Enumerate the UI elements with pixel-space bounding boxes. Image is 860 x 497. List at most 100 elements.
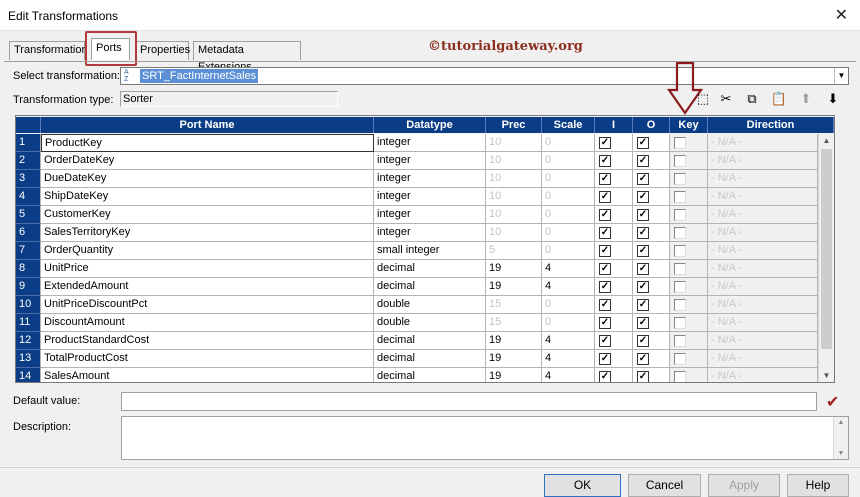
scale-cell[interactable]: 4 — [542, 332, 595, 350]
datatype-cell[interactable]: small integer — [374, 242, 486, 260]
description-field[interactable]: ▲ ▼ — [121, 416, 849, 460]
column-header-input[interactable]: I — [595, 117, 633, 133]
port-name-cell[interactable]: OrderQuantity — [41, 242, 374, 260]
scale-cell[interactable]: 4 — [542, 278, 595, 296]
unchecked-checkbox[interactable] — [674, 137, 686, 149]
scale-cell[interactable]: 0 — [542, 134, 595, 152]
datatype-cell[interactable]: integer — [374, 134, 486, 152]
table-row[interactable]: 10 UnitPriceDiscountPct double 15 0 ✓ ✓ - N/A - — [16, 296, 834, 314]
unchecked-checkbox[interactable] — [674, 227, 686, 239]
datatype-cell[interactable]: decimal — [374, 368, 486, 382]
direction-cell[interactable]: - N/A - — [708, 368, 818, 382]
scale-cell[interactable]: 0 — [542, 314, 595, 332]
table-row[interactable]: 2 OrderDateKey integer 10 0 ✓ ✓ - N/A - — [16, 152, 834, 170]
unchecked-checkbox[interactable] — [674, 191, 686, 203]
prec-cell[interactable]: 19 — [486, 350, 542, 368]
port-name-cell[interactable]: ProductStandardCost — [41, 332, 374, 350]
scroll-up-icon[interactable]: ▲ — [819, 134, 834, 148]
cut-icon[interactable]: ✂ — [717, 90, 735, 108]
validate-check-icon[interactable]: ✔ — [826, 392, 839, 412]
scale-cell[interactable]: 4 — [542, 368, 595, 382]
scale-cell[interactable]: 0 — [542, 188, 595, 206]
help-button[interactable]: Help — [787, 474, 849, 497]
copy-icon[interactable]: ⧉ — [743, 90, 761, 108]
scale-cell[interactable]: 0 — [542, 170, 595, 188]
port-name-cell[interactable]: SalesTerritoryKey — [41, 224, 374, 242]
datatype-cell[interactable]: double — [374, 296, 486, 314]
table-row[interactable]: 13 TotalProductCost decimal 19 4 ✓ ✓ - N/A - — [16, 350, 834, 368]
datatype-cell[interactable]: integer — [374, 152, 486, 170]
scale-cell[interactable]: 0 — [542, 206, 595, 224]
scroll-down-icon[interactable]: ▼ — [834, 450, 848, 457]
unchecked-checkbox[interactable] — [674, 335, 686, 347]
table-row[interactable]: 14 SalesAmount decimal 19 4 ✓ ✓ - N/A - — [16, 368, 834, 382]
scale-cell[interactable]: 0 — [542, 296, 595, 314]
unchecked-checkbox[interactable] — [674, 317, 686, 329]
scale-cell[interactable]: 0 — [542, 224, 595, 242]
tab-metadata-extensions[interactable]: Metadata Extensions — [193, 41, 301, 73]
column-header-scale[interactable]: Scale — [542, 117, 595, 133]
chevron-down-icon[interactable]: ▼ — [834, 68, 848, 84]
scale-cell[interactable]: 0 — [542, 152, 595, 170]
datatype-cell[interactable]: decimal — [374, 260, 486, 278]
unchecked-checkbox[interactable] — [674, 353, 686, 365]
unchecked-checkbox[interactable] — [674, 209, 686, 221]
port-name-cell[interactable]: ProductKey — [41, 134, 374, 152]
prec-cell[interactable]: 10 — [486, 134, 542, 152]
port-name-cell[interactable]: UnitPrice — [41, 260, 374, 278]
new-port-icon[interactable]: ⬚ — [694, 90, 712, 108]
column-header-direction[interactable]: Direction — [708, 117, 834, 133]
prec-cell[interactable]: 15 — [486, 296, 542, 314]
prec-cell[interactable]: 15 — [486, 314, 542, 332]
direction-cell[interactable]: - N/A - — [708, 314, 818, 332]
unchecked-checkbox[interactable] — [674, 299, 686, 311]
close-icon[interactable]: ✕ — [835, 5, 848, 25]
datatype-cell[interactable]: decimal — [374, 332, 486, 350]
direction-cell[interactable]: - N/A - — [708, 278, 818, 296]
scroll-down-icon[interactable]: ▼ — [819, 369, 834, 382]
port-name-cell[interactable]: OrderDateKey — [41, 152, 374, 170]
port-name-cell[interactable]: CustomerKey — [41, 206, 374, 224]
ports-grid[interactable]: Port Name Datatype Prec Scale I O Key Di… — [15, 115, 835, 383]
unchecked-checkbox[interactable] — [674, 371, 686, 382]
table-row[interactable]: 11 DiscountAmount double 15 0 ✓ ✓ - N/A - — [16, 314, 834, 332]
port-name-cell[interactable]: DiscountAmount — [41, 314, 374, 332]
datatype-cell[interactable]: integer — [374, 170, 486, 188]
port-name-cell[interactable]: SalesAmount — [41, 368, 374, 382]
table-row[interactable]: 12 ProductStandardCost decimal 19 4 ✓ ✓ - N/A - — [16, 332, 834, 350]
scroll-up-icon[interactable]: ▲ — [834, 419, 848, 426]
direction-cell[interactable]: - N/A - — [708, 224, 818, 242]
column-header-prec[interactable]: Prec — [486, 117, 542, 133]
direction-cell[interactable]: - N/A - — [708, 206, 818, 224]
direction-cell[interactable]: - N/A - — [708, 242, 818, 260]
prec-cell[interactable]: 19 — [486, 278, 542, 296]
prec-cell[interactable]: 19 — [486, 368, 542, 382]
datatype-cell[interactable]: integer — [374, 206, 486, 224]
ok-button[interactable]: OK — [544, 474, 621, 497]
datatype-cell[interactable]: integer — [374, 188, 486, 206]
direction-cell[interactable]: - N/A - — [708, 332, 818, 350]
table-row[interactable]: 5 CustomerKey integer 10 0 ✓ ✓ - N/A - — [16, 206, 834, 224]
cancel-button[interactable]: Cancel — [628, 474, 701, 497]
tab-transformation[interactable]: Transformation — [9, 41, 88, 60]
port-name-cell[interactable]: ShipDateKey — [41, 188, 374, 206]
table-row[interactable]: 7 OrderQuantity small integer 5 0 ✓ ✓ - N/A - — [16, 242, 834, 260]
port-name-cell[interactable]: UnitPriceDiscountPct — [41, 296, 374, 314]
datatype-cell[interactable]: decimal — [374, 278, 486, 296]
scale-cell[interactable]: 0 — [542, 242, 595, 260]
table-row[interactable]: 9 ExtendedAmount decimal 19 4 ✓ ✓ - N/A - — [16, 278, 834, 296]
grid-vertical-scrollbar[interactable]: ▲ ▼ — [818, 134, 834, 382]
column-header-output[interactable]: O — [633, 117, 670, 133]
datatype-cell[interactable]: integer — [374, 224, 486, 242]
move-down-icon[interactable]: ⬇ — [824, 90, 842, 108]
direction-cell[interactable]: - N/A - — [708, 260, 818, 278]
prec-cell[interactable]: 10 — [486, 206, 542, 224]
direction-cell[interactable]: - N/A - — [708, 170, 818, 188]
prec-cell[interactable]: 10 — [486, 188, 542, 206]
prec-cell[interactable]: 10 — [486, 170, 542, 188]
scale-cell[interactable]: 4 — [542, 260, 595, 278]
unchecked-checkbox[interactable] — [674, 245, 686, 257]
select-transformation-dropdown[interactable]: AZ SRT_FactInternetSales ▼ — [120, 67, 849, 85]
column-header-key[interactable]: Key — [670, 117, 708, 133]
direction-cell[interactable]: - N/A - — [708, 134, 818, 152]
